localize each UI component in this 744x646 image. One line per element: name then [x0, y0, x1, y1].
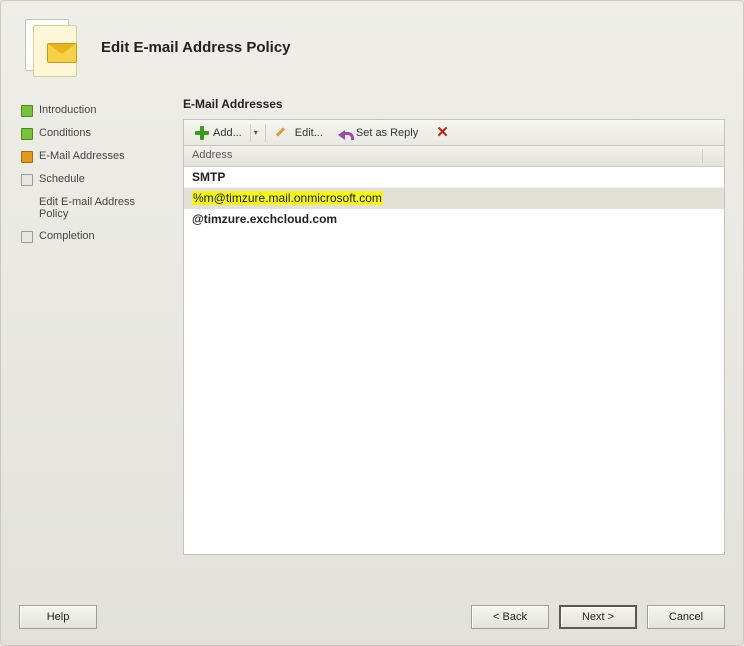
header: Edit E-mail Address Policy: [19, 15, 725, 79]
back-button[interactable]: < Back: [471, 605, 549, 629]
step-introduction[interactable]: Introduction: [19, 99, 169, 122]
step-edit-policy[interactable]: Edit E-mail Address Policy: [19, 191, 169, 225]
set-reply-button[interactable]: Set as Reply: [331, 122, 424, 144]
cancel-button[interactable]: Cancel: [647, 605, 725, 629]
column-header-address: Address: [192, 149, 232, 163]
address-text: %m@timzure.mail.onmicrosoft.com: [192, 191, 383, 205]
step-status-icon: [21, 105, 33, 117]
column-header-gripper: [702, 149, 716, 163]
help-button[interactable]: Help: [19, 605, 97, 629]
column-header-row[interactable]: Address: [184, 146, 724, 167]
step-status-icon: [21, 197, 33, 209]
toolbar: Add... ▾ Edit... Set as Reply ✕: [183, 119, 725, 145]
group-header-smtp[interactable]: SMTP: [184, 167, 724, 188]
add-label: Add...: [213, 127, 242, 139]
add-button[interactable]: Add...: [188, 122, 248, 144]
address-text: @timzure.exchcloud.com: [192, 212, 337, 226]
step-label: Introduction: [39, 104, 96, 116]
toolbar-separator: [265, 124, 266, 142]
step-label: Schedule: [39, 173, 85, 185]
footer: Help < Back Next > Cancel: [19, 605, 725, 629]
window-title: Edit E-mail Address Policy: [101, 39, 291, 56]
add-dropdown[interactable]: ▾: [250, 124, 261, 142]
address-list: Address SMTP %m@timzure.mail.onmicrosoft…: [183, 145, 725, 555]
step-email-addresses[interactable]: E-Mail Addresses: [19, 145, 169, 168]
step-schedule[interactable]: Schedule: [19, 168, 169, 191]
step-label: Edit E-mail Address Policy: [39, 196, 167, 220]
plus-icon: [194, 125, 210, 141]
section-title: E-Mail Addresses: [183, 97, 725, 111]
edit-button[interactable]: Edit...: [270, 122, 329, 144]
wizard-window: Edit E-mail Address Policy Introduction …: [0, 0, 744, 646]
step-conditions[interactable]: Conditions: [19, 122, 169, 145]
edit-label: Edit...: [295, 127, 323, 139]
content-area: Introduction Conditions E-Mail Addresses…: [19, 97, 725, 555]
step-label: Completion: [39, 230, 95, 242]
step-completion[interactable]: Completion: [19, 225, 169, 248]
delete-button[interactable]: ✕: [426, 122, 459, 143]
delete-icon: ✕: [432, 125, 453, 140]
step-sidebar: Introduction Conditions E-Mail Addresses…: [19, 97, 169, 555]
step-status-icon: [21, 151, 33, 163]
address-row[interactable]: %m@timzure.mail.onmicrosoft.com: [184, 188, 724, 209]
step-label: Conditions: [39, 127, 91, 139]
reply-icon: [337, 125, 353, 141]
step-status-icon: [21, 231, 33, 243]
policy-icon: [19, 15, 83, 79]
step-status-icon: [21, 128, 33, 140]
set-reply-label: Set as Reply: [356, 127, 418, 139]
address-row[interactable]: @timzure.exchcloud.com: [184, 209, 724, 230]
step-label: E-Mail Addresses: [39, 150, 125, 162]
step-status-icon: [21, 174, 33, 186]
main-panel: E-Mail Addresses Add... ▾ Edit... Set as…: [183, 97, 725, 555]
next-button[interactable]: Next >: [559, 605, 637, 629]
pencil-icon: [276, 125, 292, 141]
